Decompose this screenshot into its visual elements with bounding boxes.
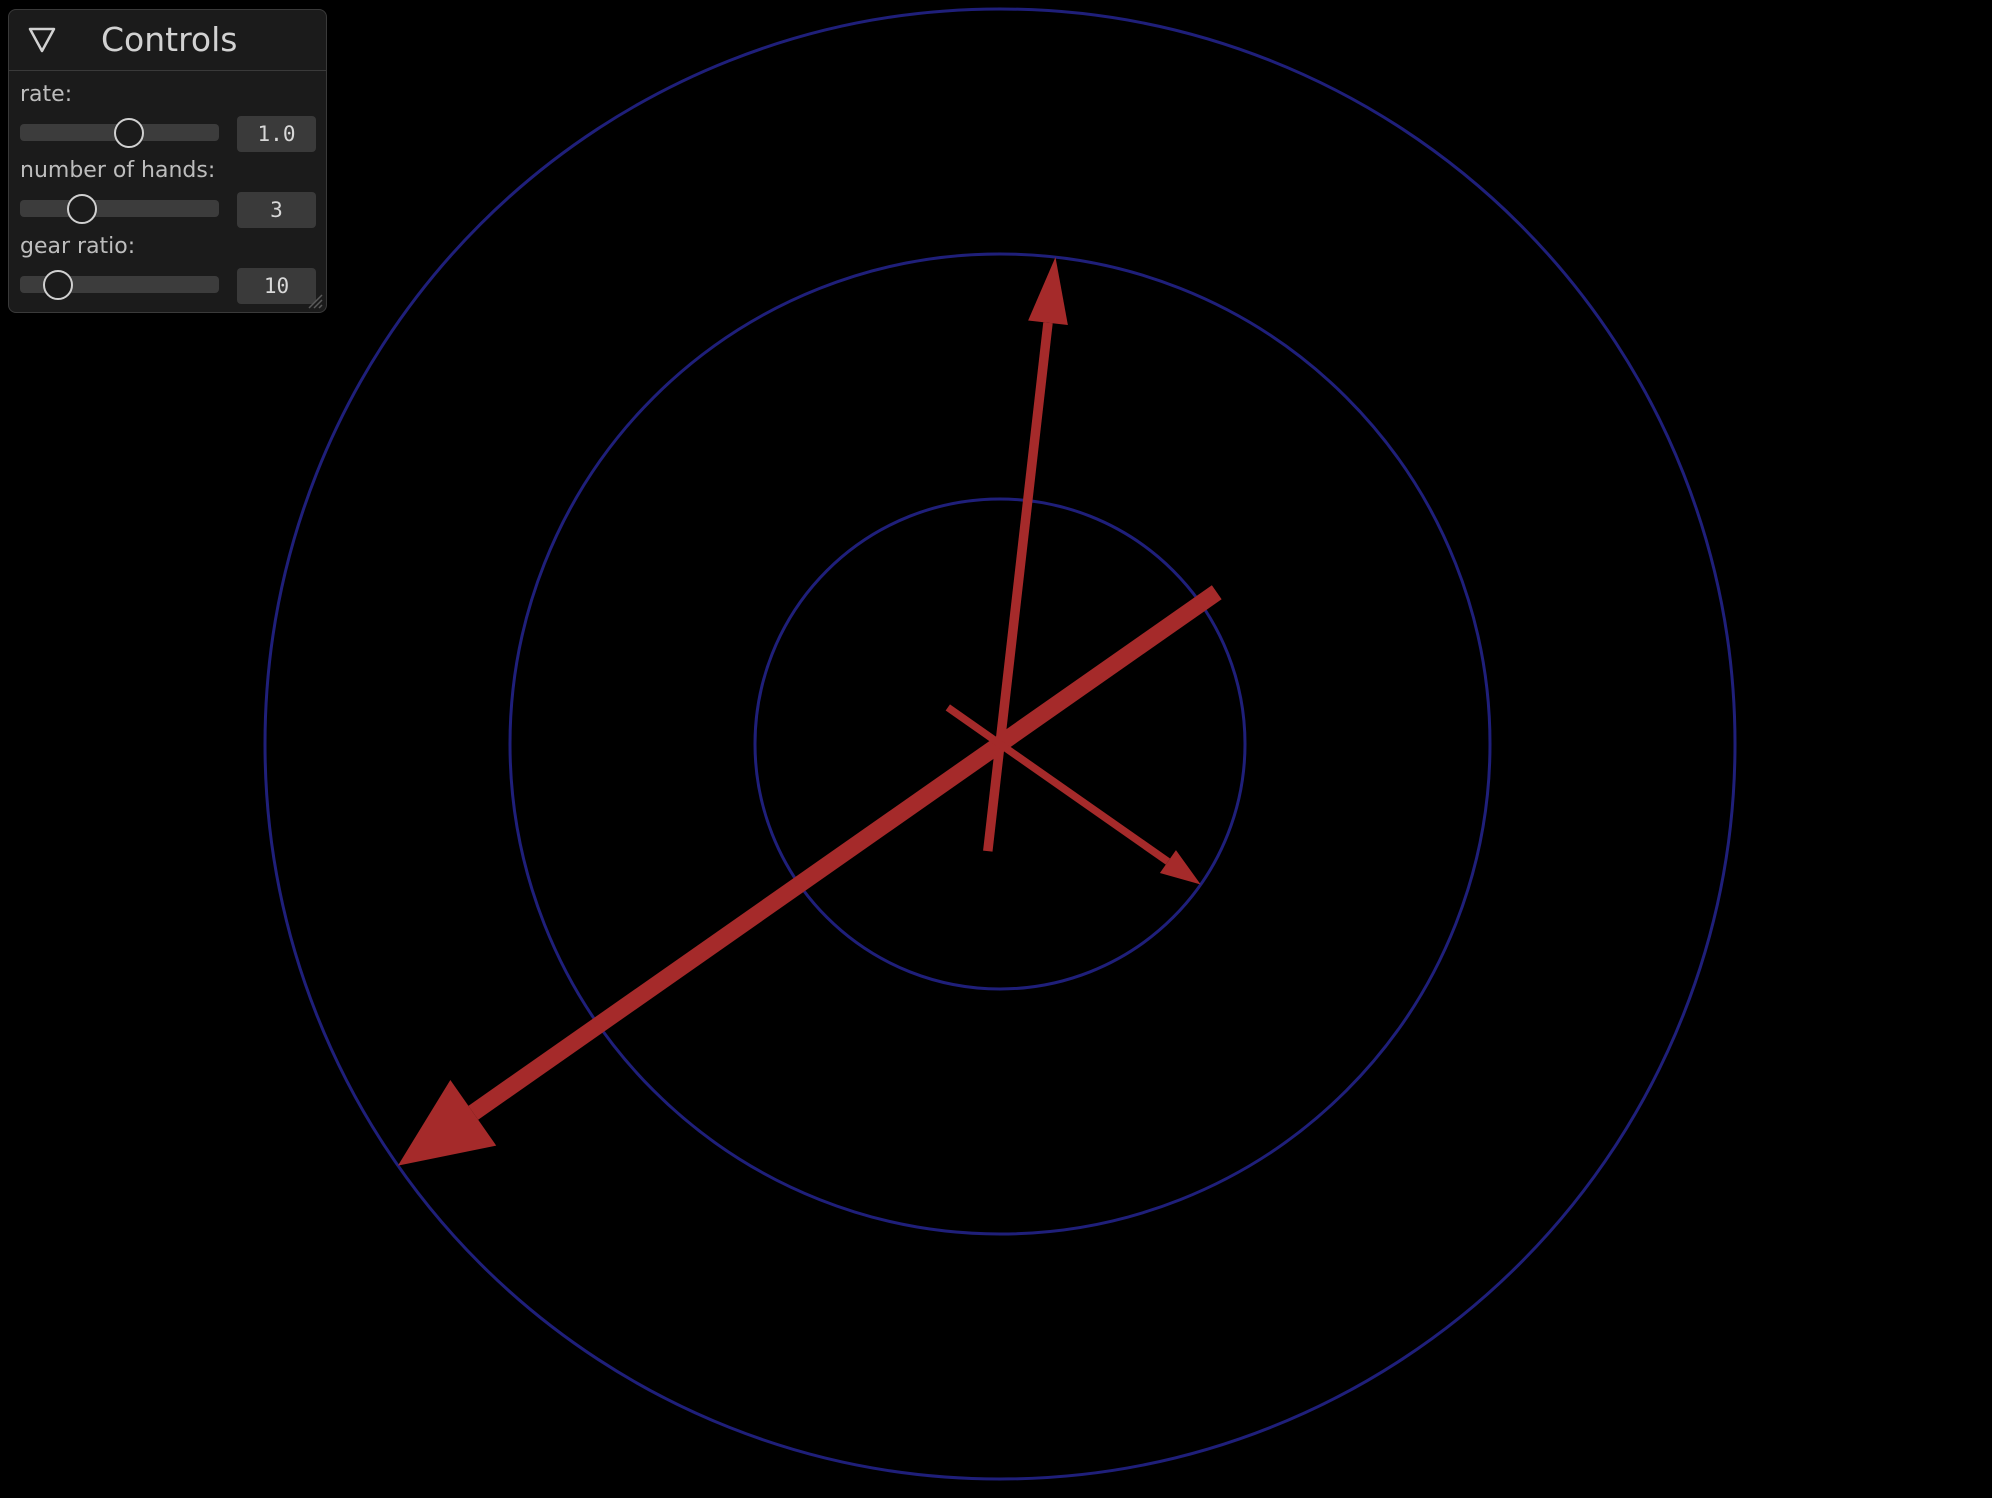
resize-grip-icon[interactable] [305,291,323,309]
gear-ratio-slider-thumb[interactable] [42,270,73,300]
gear-ratio-label: gear ratio: [20,234,136,259]
number-of-hands-value-field[interactable]: 3 [237,192,316,228]
hand-arrowhead-2 [1028,257,1068,325]
panel-title: Controls [101,20,238,59]
clock-hand-3 [945,704,1201,885]
controls-panel: Controls rate: 1.0 number of hands: 3 ge… [8,9,327,313]
panel-header[interactable]: Controls [9,10,326,71]
hand-arrowhead-1 [397,1080,497,1166]
number-of-hands-control: number of hands: 3 [9,158,326,234]
rate-control: rate: 1.0 [9,82,326,158]
hand-arrowhead-3 [1159,850,1201,885]
rate-slider-thumb[interactable] [114,118,145,148]
number-of-hands-slider-thumb[interactable] [66,194,97,224]
clock-hand-1 [397,585,1222,1166]
number-of-hands-slider-track[interactable] [20,200,219,217]
number-of-hands-label: number of hands: [20,158,216,183]
triangle-down-icon[interactable] [27,24,57,54]
rate-value-field[interactable]: 1.0 [237,116,316,152]
rate-label: rate: [20,82,73,107]
gear-ratio-control: gear ratio: 10 [9,234,326,310]
hand-shaft-3 [945,704,1171,865]
clock-hands [397,257,1222,1166]
hand-shaft-1 [468,585,1222,1120]
